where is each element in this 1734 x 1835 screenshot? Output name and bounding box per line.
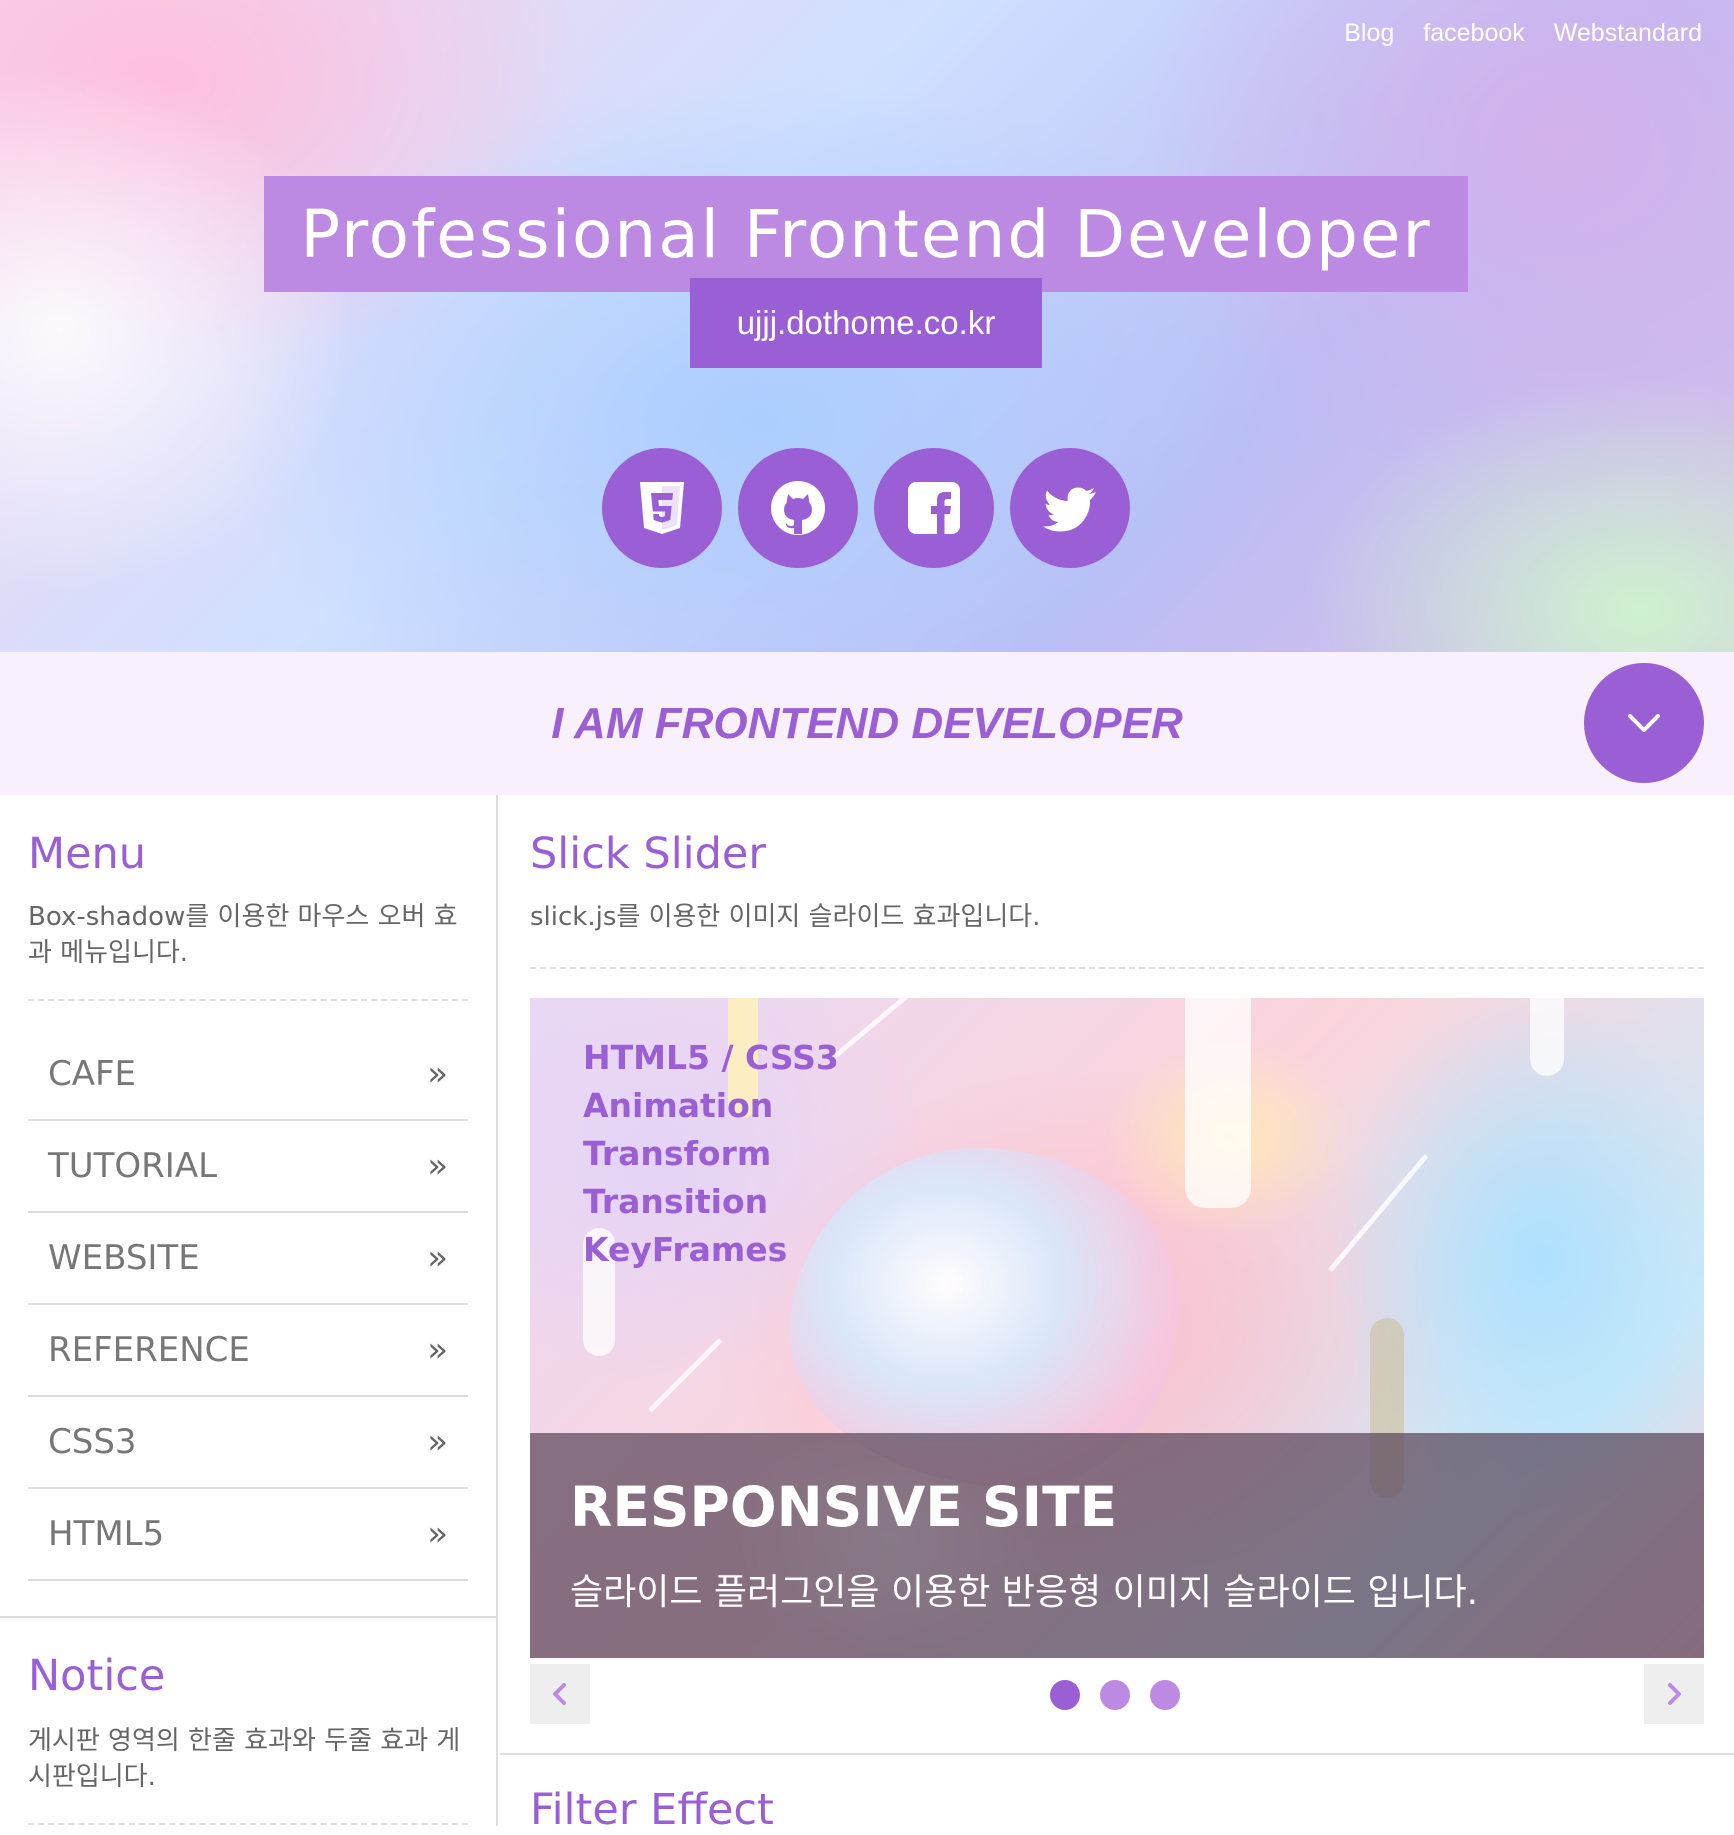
divider: [530, 967, 1704, 969]
url-box: ujjj.dothome.co.kr: [690, 278, 1042, 368]
slider-desc: slick.js를 이용한 이미지 슬라이드 효과입니다.: [530, 902, 1041, 932]
double-chevron-right-icon: »: [427, 1514, 448, 1554]
menu-item-cafe[interactable]: CAFE »: [28, 1029, 468, 1121]
decor-stripe: [1185, 998, 1251, 1208]
hero-header: Blog facebook Webstandard Professional F…: [0, 0, 1734, 652]
menu-item-label: HTML5: [48, 1514, 165, 1554]
menu-desc: Box-shadow를 이용한 마우스 오버 효과 메뉴입니다.: [28, 902, 458, 968]
intro-banner: I AM FRONTEND DEVELOPER: [0, 652, 1734, 795]
decor-stripe: [1530, 998, 1564, 1076]
facebook-icon-graphic: [908, 482, 960, 534]
notice-desc: 게시판 영역의 한줄 효과와 두줄 효과 게시판입니다.: [28, 1726, 461, 1792]
double-chevron-right-icon: »: [427, 1146, 448, 1186]
github-icon-graphic: [771, 481, 825, 535]
menu-title: Menu: [28, 829, 147, 879]
slide-image[interactable]: HTML5 / CSS3 Animation Transform Transit…: [530, 998, 1704, 1658]
slider-dots: [1050, 1680, 1180, 1710]
menu-item-label: CSS3: [48, 1422, 137, 1462]
slide-topic: Transform: [583, 1134, 772, 1173]
menu-item-website[interactable]: WEBSITE »: [28, 1213, 468, 1305]
html5-icon-graphic: [640, 482, 684, 534]
nav-link-webstandard[interactable]: Webstandard: [1554, 16, 1702, 50]
slide-topic-list: HTML5 / CSS3 Animation Transform Transit…: [583, 1034, 839, 1274]
right-column: Slick Slider slick.js를 이용한 이미지 슬라이드 효과입니…: [500, 795, 1734, 1835]
nav-link-facebook[interactable]: facebook: [1423, 16, 1524, 50]
twitter-icon[interactable]: [1010, 448, 1130, 568]
decor-line: [648, 1338, 723, 1413]
slider-dot-3[interactable]: [1150, 1680, 1180, 1710]
page-title: Professional Frontend Developer: [300, 195, 1432, 273]
chevron-down-icon: [1628, 714, 1660, 732]
section-divider: [0, 1616, 498, 1618]
social-links: [602, 448, 1130, 568]
double-chevron-right-icon: »: [427, 1422, 448, 1462]
slider-dot-1[interactable]: [1050, 1680, 1080, 1710]
twitter-icon-graphic: [1043, 487, 1096, 532]
menu-item-label: CAFE: [48, 1054, 137, 1094]
menu-item-html5[interactable]: HTML5 »: [28, 1489, 468, 1581]
double-chevron-right-icon: »: [427, 1054, 448, 1094]
section-divider: [500, 1753, 1734, 1755]
slider-next-button[interactable]: [1644, 1664, 1704, 1724]
html5-icon[interactable]: [602, 448, 722, 568]
slide-caption: RESPONSIVE SITE 슬라이드 플러그인을 이용한 반응형 이미지 슬…: [530, 1433, 1704, 1658]
top-nav: Blog facebook Webstandard: [1344, 16, 1702, 50]
slider-dot-2[interactable]: [1100, 1680, 1130, 1710]
slider-prev-button[interactable]: [530, 1664, 590, 1724]
divider: [28, 999, 468, 1001]
caption-text: 슬라이드 플러그인을 이용한 반응형 이미지 슬라이드 입니다.: [570, 1572, 1479, 1613]
slide-topic: Transition: [583, 1182, 769, 1221]
github-icon[interactable]: [738, 448, 858, 568]
caption-title: RESPONSIVE SITE: [570, 1475, 1118, 1539]
menu-list: CAFE » TUTORIAL » WEBSITE » REFERENCE » …: [28, 1029, 468, 1581]
slide-topic: Animation: [583, 1086, 774, 1125]
left-column: Menu Box-shadow를 이용한 마우스 오버 효과 메뉴입니다. CA…: [0, 795, 498, 1826]
chevron-left-icon: [553, 1683, 566, 1705]
decor-line: [1328, 1153, 1429, 1273]
menu-item-label: REFERENCE: [48, 1330, 250, 1370]
filter-title: Filter Effect: [530, 1785, 774, 1835]
menu-section: Menu Box-shadow를 이용한 마우스 오버 효과 메뉴입니다. CA…: [28, 829, 468, 1581]
double-chevron-right-icon: »: [427, 1330, 448, 1370]
notice-section: Notice 게시판 영역의 한줄 효과와 두줄 효과 게시판입니다.: [28, 1651, 468, 1825]
decor-line: [828, 998, 939, 1063]
menu-item-reference[interactable]: REFERENCE »: [28, 1305, 468, 1397]
slider-title: Slick Slider: [530, 829, 767, 879]
menu-item-label: WEBSITE: [48, 1238, 200, 1278]
menu-item-css3[interactable]: CSS3 »: [28, 1397, 468, 1489]
slider-section: Slick Slider slick.js를 이용한 이미지 슬라이드 효과입니…: [530, 829, 1704, 969]
nav-link-blog[interactable]: Blog: [1344, 16, 1394, 50]
divider: [28, 1823, 468, 1825]
chevron-right-icon: [1668, 1683, 1681, 1705]
double-chevron-right-icon: »: [427, 1238, 448, 1278]
site-url: ujjj.dothome.co.kr: [736, 304, 996, 341]
slide-topic: KeyFrames: [583, 1230, 788, 1269]
title-box: Professional Frontend Developer: [264, 176, 1468, 292]
banner-text: I AM FRONTEND DEVELOPER: [551, 698, 1183, 748]
slide-topic: HTML5 / CSS3: [583, 1038, 839, 1077]
notice-title: Notice: [28, 1651, 166, 1701]
menu-item-tutorial[interactable]: TUTORIAL »: [28, 1121, 468, 1213]
menu-item-label: TUTORIAL: [48, 1146, 218, 1186]
scroll-down-button[interactable]: [1584, 663, 1704, 783]
facebook-icon[interactable]: [874, 448, 994, 568]
